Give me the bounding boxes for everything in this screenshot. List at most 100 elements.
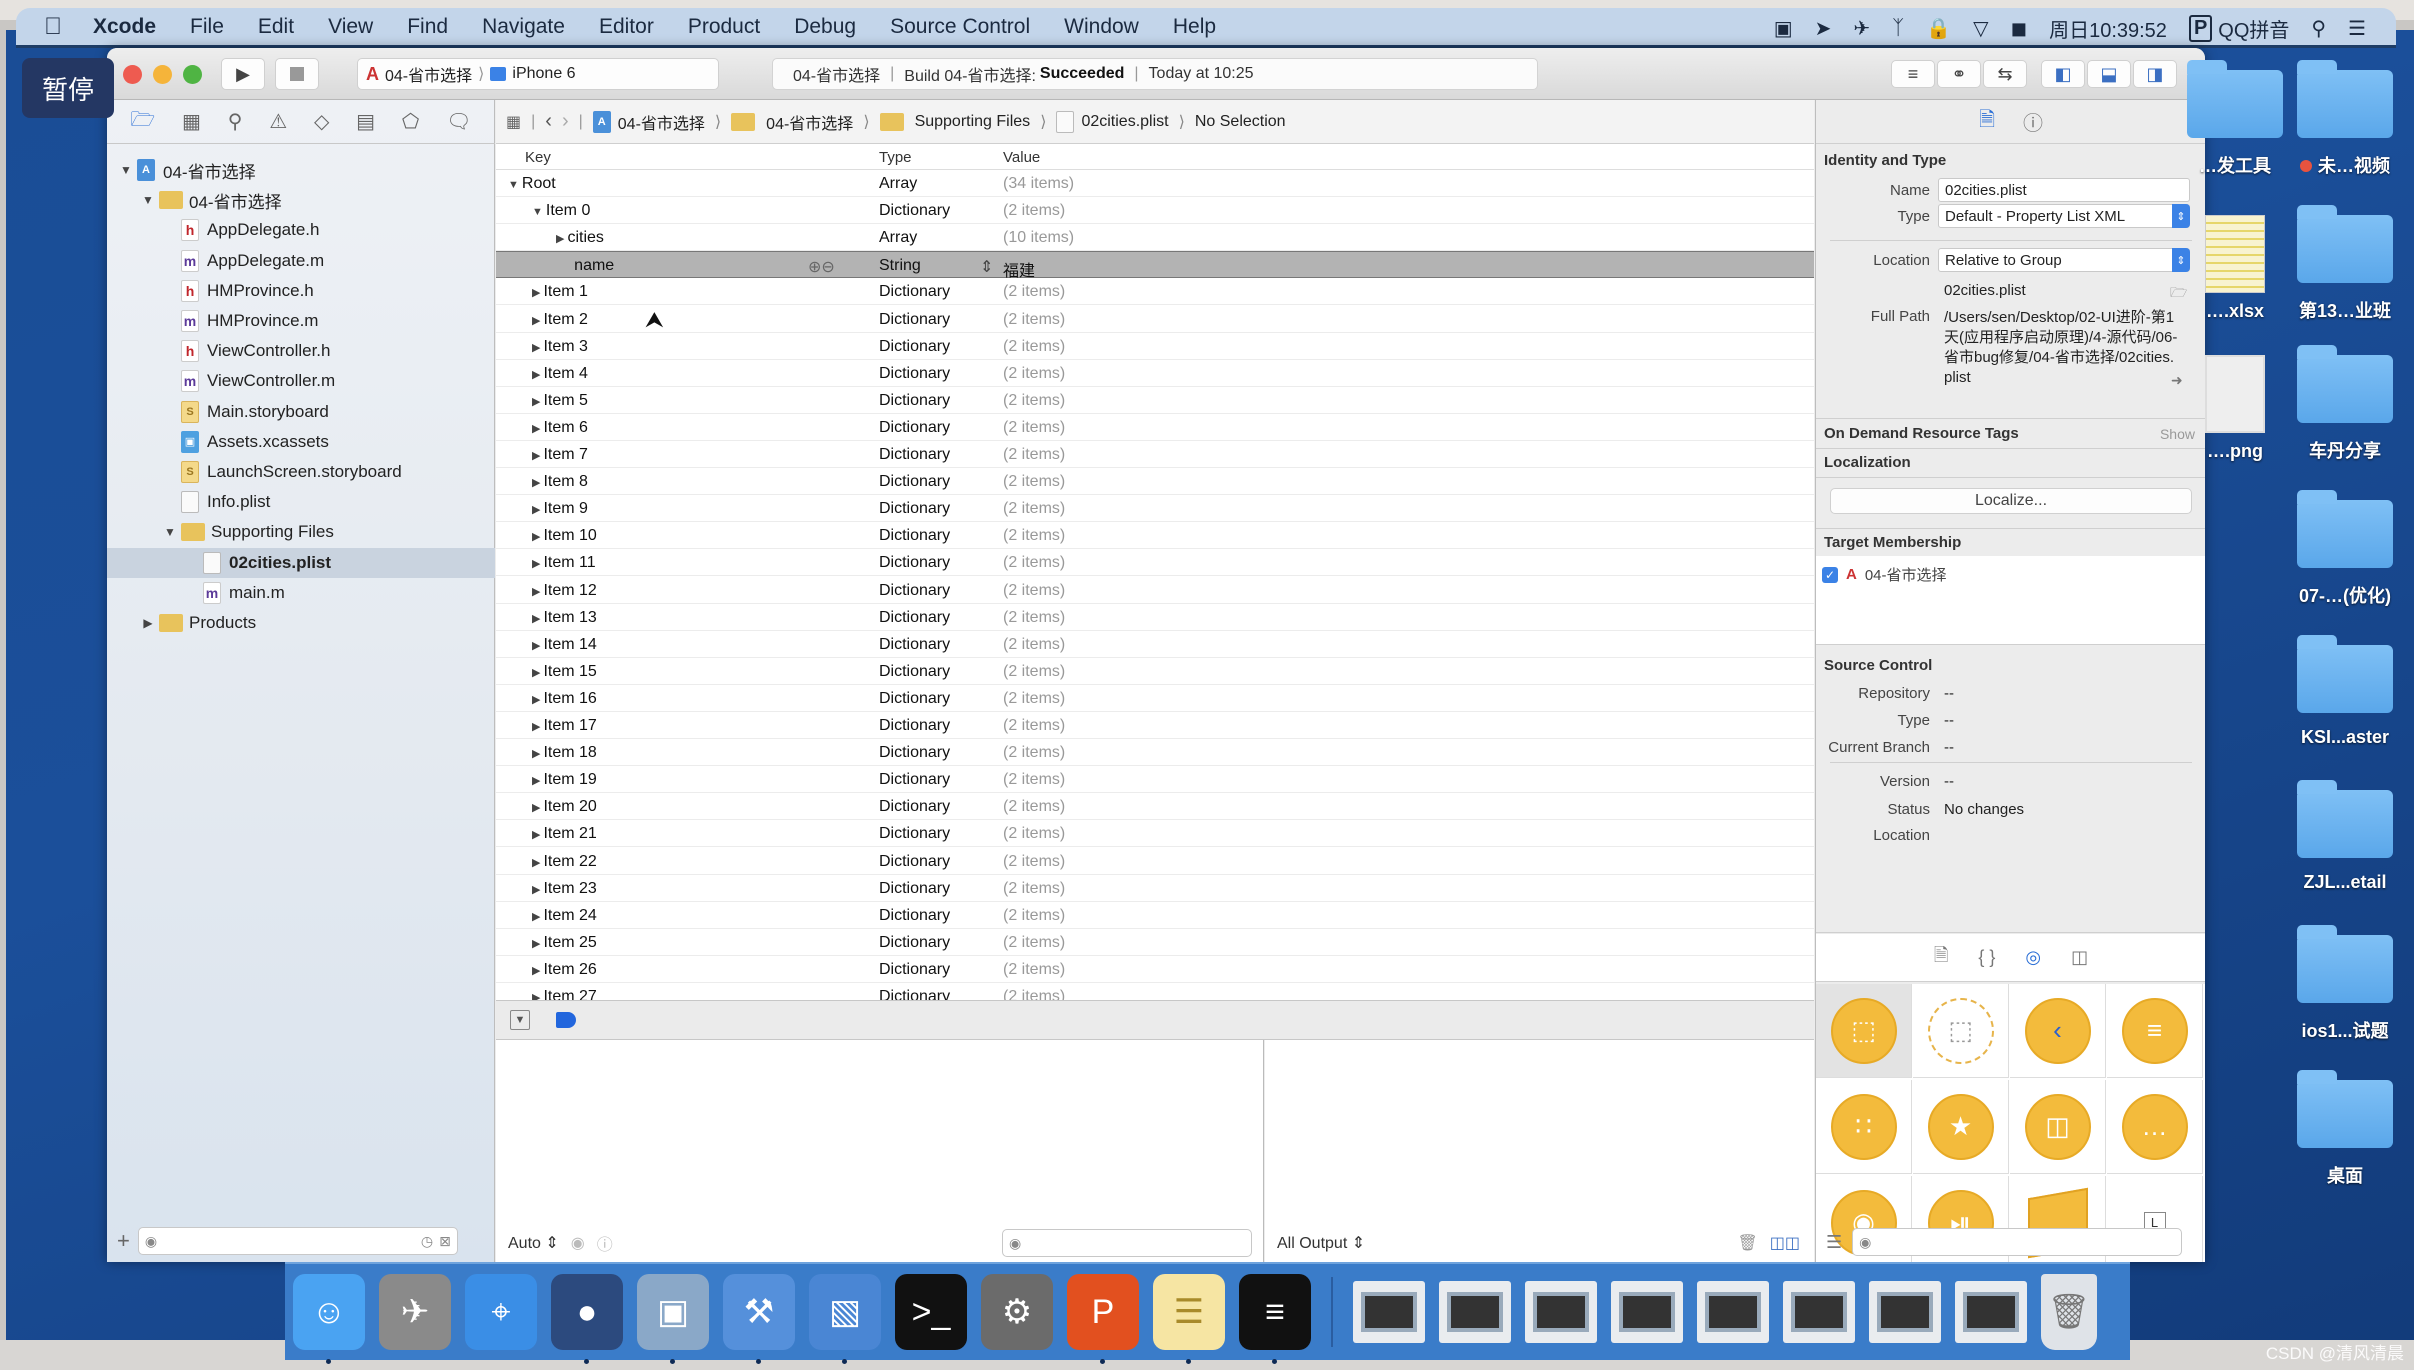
video-icon[interactable]: ▣ bbox=[1774, 16, 1793, 41]
plist-key-cell[interactable]: ▼ Root bbox=[508, 175, 556, 193]
stop-button[interactable] bbox=[275, 58, 319, 90]
plist-row[interactable]: ▶ Item 10 Dictionary (2 items) bbox=[496, 522, 1814, 550]
menu-find[interactable]: Find bbox=[390, 15, 465, 39]
assistant-editor-button[interactable]: ⚭ bbox=[1937, 60, 1981, 88]
plist-value-cell[interactable]: (2 items) bbox=[1003, 419, 1065, 437]
plist-row[interactable]: ▶ Item 8 Dictionary (2 items) bbox=[496, 468, 1814, 496]
dock-minimized-window[interactable] bbox=[1439, 1281, 1511, 1343]
dock-app-mouse[interactable]: ● bbox=[551, 1274, 623, 1364]
file-template-icon[interactable]: 🗎 bbox=[1934, 943, 1948, 973]
disclosure-closed-icon[interactable]: ▶ bbox=[532, 938, 540, 950]
navigator-item[interactable]: ▶ Products bbox=[107, 608, 495, 638]
plist-key-cell[interactable]: ▶ Item 25 bbox=[532, 934, 597, 952]
standard-editor-button[interactable]: ≡ bbox=[1891, 60, 1935, 88]
add-file-icon[interactable]: + bbox=[117, 1228, 130, 1254]
plist-type-cell[interactable]: Dictionary bbox=[879, 663, 950, 681]
plist-value-cell[interactable]: (10 items) bbox=[1003, 229, 1074, 247]
disclosure-closed-icon[interactable]: ▶ bbox=[532, 586, 540, 598]
disclosure-closed-icon[interactable]: ▶ bbox=[532, 315, 540, 327]
plist-type-cell[interactable]: Dictionary bbox=[879, 419, 950, 437]
plist-type-cell[interactable]: Dictionary bbox=[879, 853, 950, 871]
find-navigator-tab-icon[interactable]: ⚲ bbox=[228, 109, 243, 134]
plist-value-cell[interactable]: (2 items) bbox=[1003, 961, 1065, 979]
navigator-item[interactable]: m ViewController.m bbox=[107, 366, 495, 396]
menu-window[interactable]: Window bbox=[1047, 15, 1156, 39]
menu-view[interactable]: View bbox=[311, 15, 390, 39]
plist-key-cell[interactable]: ▶ Item 1 bbox=[532, 283, 588, 301]
info-icon[interactable]: ⓘ bbox=[597, 1231, 613, 1255]
plist-key-cell[interactable]: ▶ Item 4 bbox=[532, 365, 588, 383]
dock-app-launchpad[interactable]: ✈ bbox=[379, 1274, 451, 1350]
disclosure-open-icon[interactable]: ▼ bbox=[508, 179, 519, 191]
navigator-item[interactable]: ▼ Supporting Files bbox=[107, 517, 495, 547]
plist-type-cell[interactable]: Dictionary bbox=[879, 202, 950, 220]
plist-type-cell[interactable]: Dictionary bbox=[879, 771, 950, 789]
plist-key-cell[interactable]: ▶ Item 8 bbox=[532, 473, 588, 491]
plist-value-cell[interactable]: (2 items) bbox=[1003, 798, 1065, 816]
library-item-view-controller[interactable]: ⬚ bbox=[1816, 984, 1912, 1078]
disclosure-closed-icon[interactable]: ▶ bbox=[532, 965, 540, 977]
plist-type-cell[interactable]: Dictionary bbox=[879, 798, 950, 816]
menu-file[interactable]: File bbox=[173, 15, 241, 39]
plist-type-cell[interactable]: Dictionary bbox=[879, 338, 950, 356]
dock-app-safari[interactable]: ⌖ bbox=[465, 1274, 537, 1350]
wifi-icon[interactable]: ▽ bbox=[1973, 16, 1988, 41]
column-header-key[interactable]: Key bbox=[525, 149, 551, 166]
disclosure-closed-icon[interactable]: ▶ bbox=[532, 829, 540, 841]
plist-row[interactable]: ▶ Item 11 Dictionary (2 items) bbox=[496, 549, 1814, 577]
toggle-utilities-button[interactable]: ◨ bbox=[2133, 60, 2177, 88]
variables-scope-select[interactable]: Auto ⇕ bbox=[508, 1233, 559, 1253]
plist-type-cell[interactable]: Dictionary bbox=[879, 311, 950, 329]
plist-type-cell[interactable]: Dictionary bbox=[879, 690, 950, 708]
pause-overlay[interactable]: 暂停 bbox=[22, 58, 114, 118]
file-type-popup[interactable]: Default - Property List XML ⇕ bbox=[1938, 204, 2190, 228]
plist-key-cell[interactable]: ▶ Item 13 bbox=[532, 609, 597, 627]
plist-value-cell[interactable]: (2 items) bbox=[1003, 771, 1065, 789]
breadcrumb-project[interactable]: A 04-省市选择 bbox=[592, 110, 705, 134]
plist-key-cell[interactable]: ▶ Item 26 bbox=[532, 961, 597, 979]
desktop-icon[interactable]: ios1...试题 bbox=[2290, 925, 2400, 1043]
plist-value-cell[interactable]: (2 items) bbox=[1003, 880, 1065, 898]
plist-type-cell[interactable]: Dictionary bbox=[879, 934, 950, 952]
plist-row[interactable]: ▶ Item 18 Dictionary (2 items) bbox=[496, 739, 1814, 767]
plist-row[interactable]: ▶ Item 1 Dictionary (2 items) bbox=[496, 278, 1814, 306]
plist-key-cell[interactable]: ▶ Item 22 bbox=[532, 853, 597, 871]
apple-menu-icon[interactable]:  bbox=[16, 13, 76, 41]
navigator-item[interactable]: ▼ A 04-省市选择 bbox=[107, 155, 495, 185]
plist-type-cell[interactable]: Dictionary bbox=[879, 392, 950, 410]
disclosure-closed-icon[interactable]: ▶ bbox=[532, 558, 540, 570]
notification-center-icon[interactable]: ☰ bbox=[2348, 16, 2366, 41]
library-item-navigation-controller[interactable]: ‹ bbox=[2010, 984, 2106, 1078]
lock-icon[interactable]: 🔒 bbox=[1926, 16, 1951, 41]
plist-row[interactable]: ▶ Item 15 Dictionary (2 items) bbox=[496, 658, 1814, 685]
dock-minimized-window[interactable] bbox=[1955, 1281, 2027, 1343]
version-editor-button[interactable]: ⇆ bbox=[1983, 60, 2027, 88]
hide-debug-area-icon[interactable]: ▼ bbox=[510, 1010, 530, 1030]
plist-row[interactable]: ▶ Item 5 Dictionary (2 items) bbox=[496, 387, 1814, 414]
plist-value-cell[interactable]: (2 items) bbox=[1003, 934, 1065, 952]
add-remove-row-controls[interactable]: ⊕⊖ bbox=[808, 257, 835, 277]
list-view-toggle-icon[interactable]: ☰ bbox=[1826, 1232, 1842, 1253]
variables-filter-input[interactable]: ◉ bbox=[1002, 1229, 1252, 1257]
clock[interactable]: 周日10:39:52 bbox=[2049, 14, 2167, 43]
library-item-table-view-controller[interactable]: ≡ bbox=[2107, 984, 2203, 1078]
plist-key-cell[interactable]: ▶ Item 20 bbox=[532, 798, 597, 816]
plist-row[interactable]: ▶ cities Array (10 items) bbox=[496, 224, 1814, 252]
breadcrumb-supporting-files[interactable]: Supporting Files bbox=[879, 112, 1030, 131]
menu-navigate[interactable]: Navigate bbox=[465, 15, 582, 39]
volume-icon[interactable]: ◼ bbox=[2010, 16, 2027, 41]
file-inspector-tab-icon[interactable]: 🗎 bbox=[1979, 105, 1995, 139]
input-method[interactable]: P QQ拼音 bbox=[2188, 14, 2289, 43]
zoom-window-button[interactable] bbox=[183, 65, 202, 84]
plist-type-cell[interactable]: Dictionary bbox=[879, 554, 950, 572]
plist-value-cell[interactable]: (2 items) bbox=[1003, 744, 1065, 762]
plist-row[interactable]: ▶ Item 4 Dictionary (2 items) bbox=[496, 360, 1814, 387]
plist-type-cell[interactable]: Dictionary bbox=[879, 527, 950, 545]
breadcrumb-group[interactable]: 04-省市选择 bbox=[731, 110, 853, 134]
column-header-value[interactable]: Value bbox=[1003, 149, 1040, 166]
disclosure-closed-icon[interactable]: ▶ bbox=[532, 369, 540, 381]
plist-value-cell[interactable]: (2 items) bbox=[1003, 690, 1065, 708]
dock-minimized-window[interactable] bbox=[1611, 1281, 1683, 1343]
console-output-select[interactable]: All Output ⇕ bbox=[1277, 1233, 1365, 1253]
plist-type-cell[interactable]: String bbox=[879, 257, 921, 275]
